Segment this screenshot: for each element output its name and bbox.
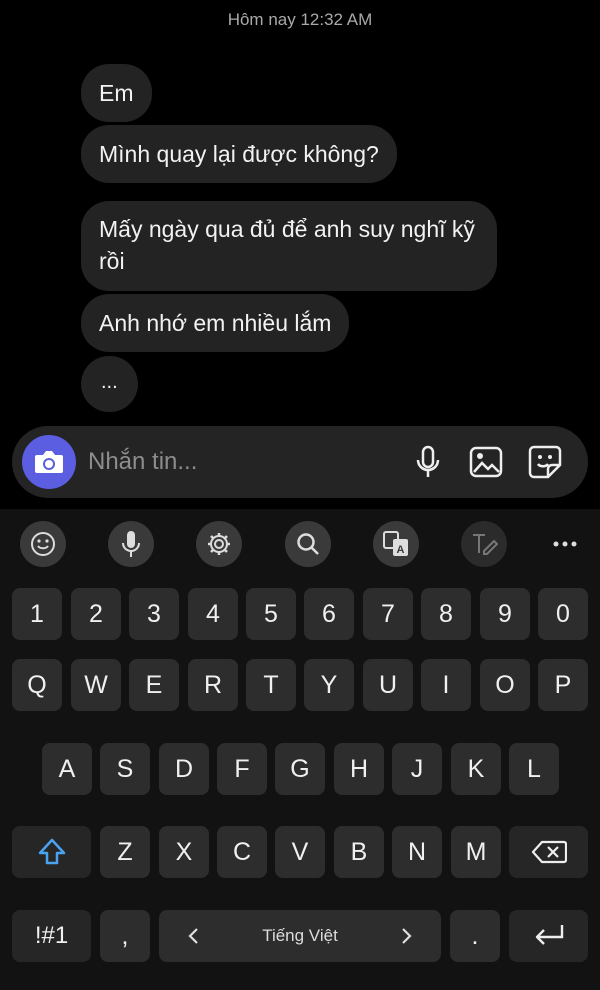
key-n[interactable]: N	[392, 826, 442, 878]
key-m[interactable]: M	[451, 826, 501, 878]
key-7[interactable]: 7	[363, 588, 413, 640]
search-icon	[297, 533, 319, 555]
key-j[interactable]: J	[392, 743, 442, 795]
key-v[interactable]: V	[275, 826, 325, 878]
key-r[interactable]: R	[188, 659, 238, 711]
enter-icon	[535, 925, 563, 945]
key-5[interactable]: 5	[246, 588, 296, 640]
key-c[interactable]: C	[217, 826, 267, 878]
key-1[interactable]: 1	[12, 588, 62, 640]
key-w[interactable]: W	[71, 659, 121, 711]
message-bubble[interactable]: ...	[81, 356, 138, 412]
message-bubble[interactable]: Mấy ngày qua đủ để anh suy nghĩ kỹ rồi	[81, 201, 497, 291]
key-a[interactable]: A	[42, 743, 92, 795]
message-bubble[interactable]: Em	[81, 64, 152, 122]
key-o[interactable]: O	[480, 659, 530, 711]
camera-button[interactable]	[22, 435, 76, 489]
timestamp: Hôm nay 12:32 AM	[227, 10, 373, 29]
sticker-button[interactable]	[526, 443, 564, 481]
voice-input-icon	[122, 531, 140, 557]
key-y[interactable]: Y	[304, 659, 354, 711]
period-key[interactable]: .	[450, 910, 500, 962]
shift-key[interactable]	[12, 826, 91, 878]
search-button[interactable]	[285, 521, 331, 567]
message-input[interactable]: Nhắn tin...	[88, 448, 197, 476]
key-t[interactable]: T	[246, 659, 296, 711]
more-icon	[553, 541, 577, 547]
settings-icon	[208, 533, 230, 555]
key-d[interactable]: D	[159, 743, 209, 795]
comma-key[interactable]: ,	[100, 910, 150, 962]
space-language-label: Tiếng Việt	[262, 926, 338, 945]
emoji-button[interactable]	[20, 521, 66, 567]
key-2[interactable]: 2	[71, 588, 121, 640]
message-bubble[interactable]: Mình quay lại được không?	[81, 125, 397, 183]
message-composer[interactable]: Nhắn tin...	[12, 426, 588, 498]
sticker-icon	[528, 445, 562, 479]
key-e[interactable]: E	[129, 659, 179, 711]
settings-button[interactable]	[196, 521, 242, 567]
chevron-left-icon[interactable]	[187, 927, 199, 945]
handwriting-icon	[473, 534, 498, 555]
more-button[interactable]	[547, 521, 583, 567]
key-u[interactable]: U	[363, 659, 413, 711]
key-b[interactable]: B	[334, 826, 384, 878]
key-i[interactable]: I	[421, 659, 471, 711]
voice-input-button[interactable]	[108, 521, 154, 567]
mic-button[interactable]	[409, 443, 447, 481]
key-3[interactable]: 3	[129, 588, 179, 640]
camera-icon	[35, 451, 63, 473]
key-4[interactable]: 4	[188, 588, 238, 640]
mic-icon	[416, 445, 440, 477]
enter-key[interactable]	[509, 910, 588, 962]
key-k[interactable]: K	[451, 743, 501, 795]
key-s[interactable]: S	[100, 743, 150, 795]
key-g[interactable]: G	[275, 743, 325, 795]
translate-icon: A	[383, 531, 408, 556]
message-bubble[interactable]: Anh nhớ em nhiều lắm	[81, 294, 350, 352]
handwriting-button[interactable]	[461, 521, 507, 567]
chevron-right-icon[interactable]	[401, 927, 413, 945]
translate-button[interactable]: A	[373, 521, 419, 567]
key-l[interactable]: L	[509, 743, 559, 795]
gallery-icon	[469, 446, 503, 478]
keyboard: A 1 2 3 4 5 6 7 8 9 0 Q W E R T Y U I O …	[0, 509, 600, 990]
key-x[interactable]: X	[159, 826, 209, 878]
key-9[interactable]: 9	[480, 588, 530, 640]
gallery-button[interactable]	[467, 443, 505, 481]
space-key[interactable]: Tiếng Việt	[159, 910, 441, 962]
backspace-icon	[531, 840, 567, 864]
emoji-icon	[31, 532, 55, 556]
key-0[interactable]: 0	[538, 588, 588, 640]
key-z[interactable]: Z	[100, 826, 150, 878]
key-6[interactable]: 6	[304, 588, 354, 640]
key-p[interactable]: P	[538, 659, 588, 711]
symbols-key[interactable]: !#1	[12, 910, 91, 962]
key-8[interactable]: 8	[421, 588, 471, 640]
key-q[interactable]: Q	[12, 659, 62, 711]
backspace-key[interactable]	[509, 826, 588, 878]
svg-text:A: A	[397, 544, 405, 556]
key-f[interactable]: F	[217, 743, 267, 795]
key-h[interactable]: H	[334, 743, 384, 795]
shift-icon	[38, 838, 65, 865]
